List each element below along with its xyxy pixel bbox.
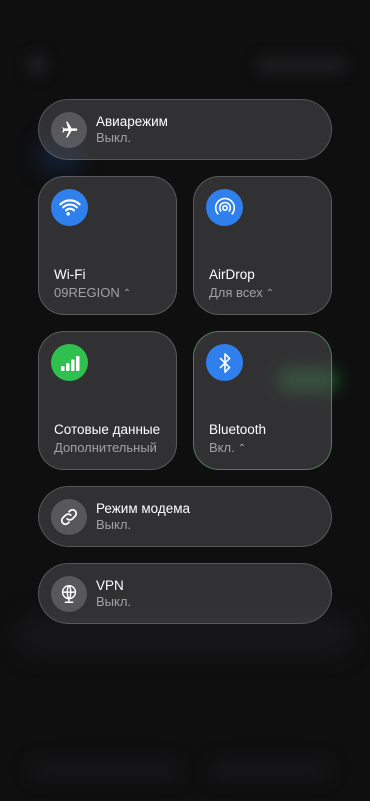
chevron-updown-icon: ⌃ [122, 288, 132, 299]
airdrop-tile[interactable]: AirDrop Для всех ⌃ [193, 176, 332, 315]
background-blur [210, 760, 330, 780]
bluetooth-tile[interactable]: Bluetooth Вкл. ⌃ [193, 331, 332, 470]
cellular-data-label: Сотовые данные [54, 422, 161, 437]
bluetooth-status: Вкл. ⌃ [209, 440, 247, 455]
background-blur [30, 760, 180, 780]
bluetooth-label: Bluetooth [209, 422, 267, 437]
airdrop-status: Для всех ⌃ [209, 285, 275, 300]
personal-hotspot-label: Режим модема [96, 500, 191, 516]
vpn-label: VPN [96, 577, 124, 593]
airdrop-icon[interactable] [206, 189, 243, 226]
cellular-data-status: Дополнительный [54, 440, 157, 455]
link-icon [51, 498, 87, 535]
personal-hotspot-toggle[interactable]: Режим модема Выкл. [38, 486, 332, 547]
personal-hotspot-status: Выкл. [96, 516, 132, 532]
chevron-updown-icon: ⌃ [237, 443, 247, 454]
airplane-mode-status: Выкл. [96, 129, 132, 145]
cellular-signal-icon[interactable] [51, 344, 88, 381]
cellular-data-tile[interactable]: Сотовые данные Дополнительный [38, 331, 177, 470]
airplane-icon [51, 111, 87, 148]
airdrop-label: AirDrop [209, 267, 255, 282]
background-blur [26, 54, 48, 76]
wifi-label: Wi-Fi [54, 267, 86, 282]
chevron-updown-icon: ⌃ [265, 288, 275, 299]
vpn-toggle[interactable]: VPN Выкл. [38, 563, 332, 624]
wifi-network: 09REGION ⌃ [54, 285, 132, 300]
background-blur [256, 56, 346, 74]
wifi-tile[interactable]: Wi-Fi 09REGION ⌃ [38, 176, 177, 315]
airplane-mode-label: Авиарежим [96, 113, 168, 129]
bluetooth-icon[interactable] [206, 344, 243, 381]
vpn-status: Выкл. [96, 593, 132, 609]
wifi-icon[interactable] [51, 189, 88, 226]
airplane-mode-toggle[interactable]: Авиарежим Выкл. [38, 99, 332, 160]
vpn-globe-icon [51, 575, 87, 612]
